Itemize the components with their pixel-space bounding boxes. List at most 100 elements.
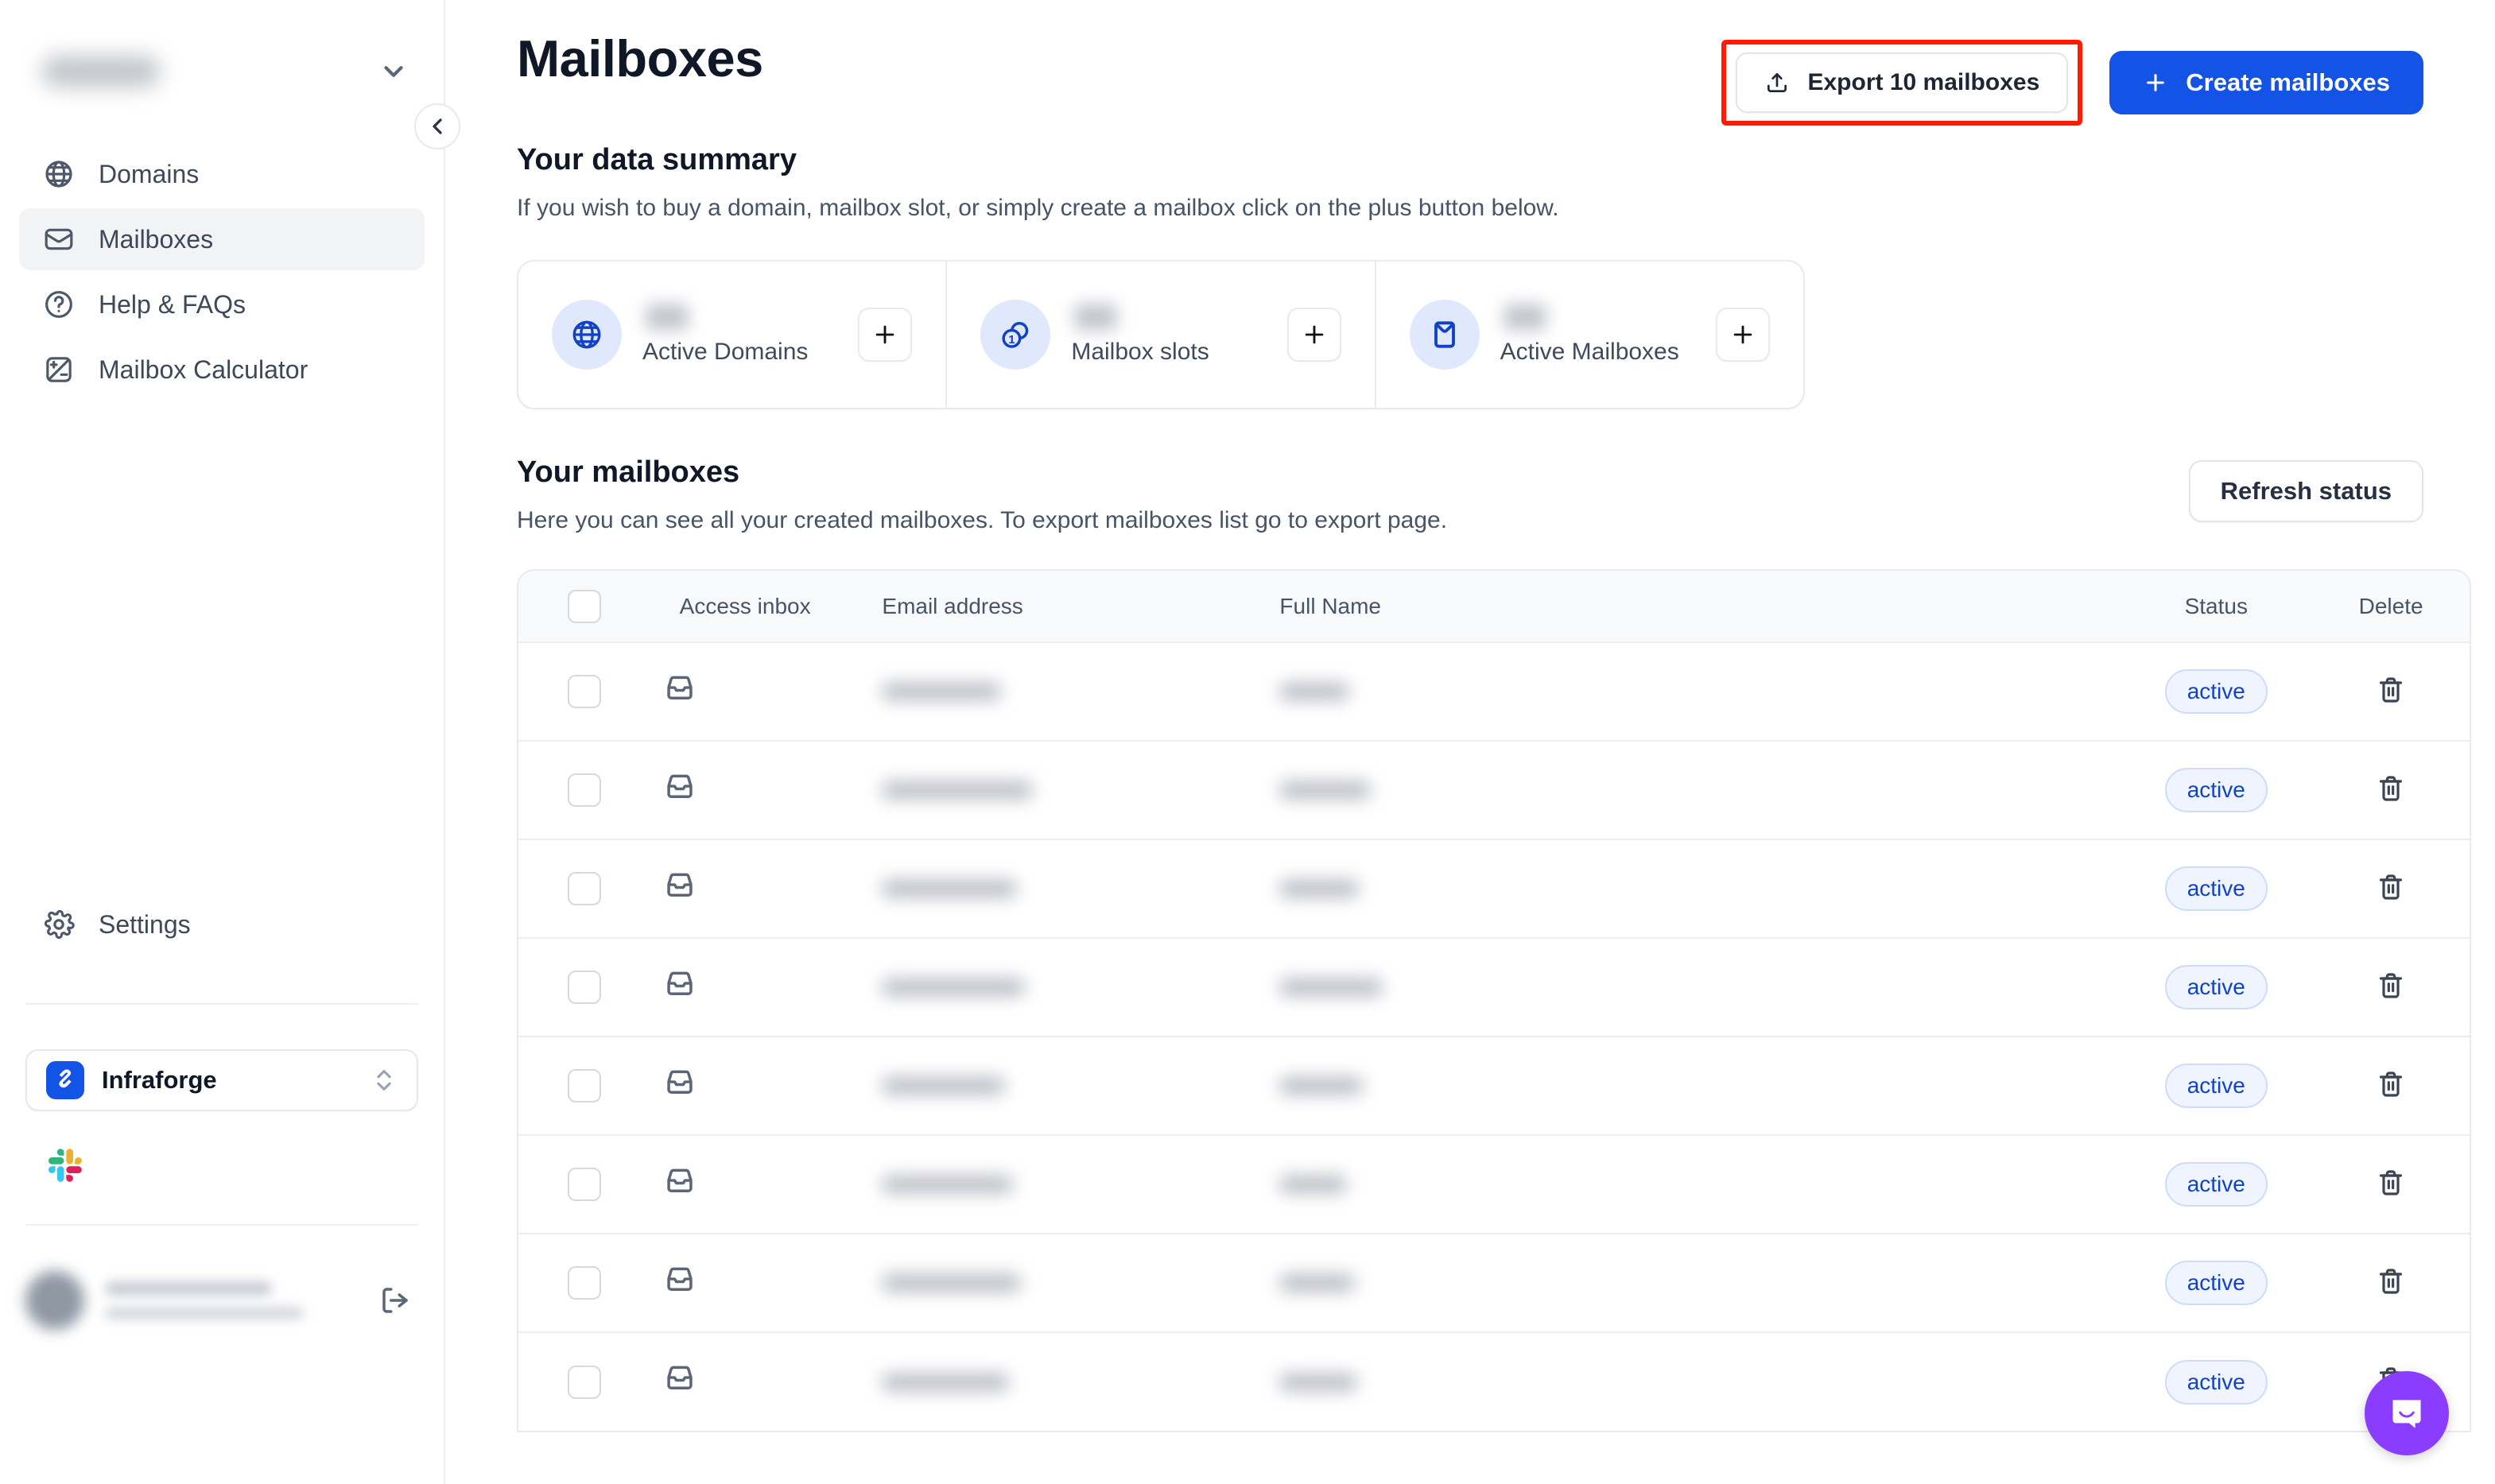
export-mailboxes-button[interactable]: Export 10 mailboxes xyxy=(1736,52,2068,113)
trash-icon[interactable] xyxy=(2375,1068,2407,1100)
sidebar-item-settings[interactable]: Settings xyxy=(19,893,425,955)
trash-icon[interactable] xyxy=(2375,1167,2407,1199)
main-content: Mailboxes Export 10 mailboxes xyxy=(445,0,2495,1484)
status-badge: active xyxy=(2165,669,2268,714)
inbox-icon[interactable] xyxy=(662,968,697,1003)
email-address-redacted xyxy=(882,683,1001,700)
summary-label: Active Mailboxes xyxy=(1500,339,1679,366)
data-summary-subtitle: If you wish to buy a domain, mailbox slo… xyxy=(517,195,2423,222)
refresh-status-button[interactable]: Refresh status xyxy=(2189,460,2423,522)
inbox-icon[interactable] xyxy=(662,771,697,806)
row-email-cell xyxy=(848,839,1246,938)
add-mailbox-slot-button[interactable] xyxy=(1287,308,1341,362)
row-email-cell xyxy=(848,938,1246,1036)
row-status-cell: active xyxy=(2120,741,2312,839)
envelope-icon xyxy=(41,222,76,257)
full-name-redacted xyxy=(1279,978,1383,996)
sidebar-item-label: Domains xyxy=(99,160,199,189)
row-checkbox[interactable] xyxy=(568,1069,601,1102)
inbox-icon[interactable] xyxy=(662,1264,697,1299)
sidebar-item-domains[interactable]: Domains xyxy=(19,143,425,205)
user-name-redacted xyxy=(105,1281,358,1319)
row-checkbox[interactable] xyxy=(568,1366,601,1399)
sidebar-item-label: Mailboxes xyxy=(99,225,213,254)
intercom-launcher-button[interactable] xyxy=(2365,1371,2449,1455)
logout-icon[interactable] xyxy=(378,1284,412,1317)
row-checkbox[interactable] xyxy=(568,872,601,905)
status-badge: active xyxy=(2165,1162,2268,1207)
select-all-header xyxy=(518,571,631,642)
row-name-cell xyxy=(1246,938,2120,1036)
export-button-label: Export 10 mailboxes xyxy=(1807,69,2039,96)
row-access-cell xyxy=(631,741,849,839)
mailboxes-header: Your mailboxes Here you can see all your… xyxy=(517,455,2423,534)
row-select-cell xyxy=(518,938,631,1036)
full-name-redacted xyxy=(1279,1374,1357,1391)
add-mailbox-button[interactable] xyxy=(1716,308,1770,362)
chat-bubble-icon xyxy=(2385,1392,2428,1435)
sidebar-collapse-button[interactable] xyxy=(414,103,460,149)
globe-icon xyxy=(552,300,622,370)
row-checkbox[interactable] xyxy=(568,971,601,1004)
sidebar-item-mailboxes[interactable]: Mailboxes xyxy=(19,208,425,270)
row-access-cell xyxy=(631,839,849,938)
export-button-highlight: Export 10 mailboxes xyxy=(1721,40,2082,126)
row-checkbox[interactable] xyxy=(568,1168,601,1201)
table-row: active xyxy=(518,1036,2470,1135)
trash-icon[interactable] xyxy=(2375,1265,2407,1297)
row-name-cell xyxy=(1246,1135,2120,1234)
trash-icon[interactable] xyxy=(2375,871,2407,903)
row-status-cell: active xyxy=(2120,1234,2312,1332)
trash-icon[interactable] xyxy=(2375,773,2407,804)
summary-value-redacted xyxy=(646,304,689,331)
sidebar-item-mailbox-calculator[interactable]: Mailbox Calculator xyxy=(19,339,425,401)
summary-cell-active-mailboxes: Active Mailboxes xyxy=(1375,262,1803,408)
table-row: active xyxy=(518,1332,2470,1431)
row-email-cell xyxy=(848,1135,1246,1234)
inbox-icon[interactable] xyxy=(662,870,697,905)
add-domain-button[interactable] xyxy=(858,308,912,362)
status-badge: active xyxy=(2165,768,2268,812)
slack-icon[interactable] xyxy=(45,1145,86,1186)
row-delete-cell xyxy=(2312,741,2470,839)
sidebar-divider-top xyxy=(25,1003,418,1005)
create-mailboxes-button[interactable]: Create mailboxes xyxy=(2109,51,2423,114)
row-access-cell xyxy=(631,1135,849,1234)
sidebar-item-help-faqs[interactable]: Help & FAQs xyxy=(19,273,425,335)
trash-icon[interactable] xyxy=(2375,970,2407,1002)
full-name-redacted xyxy=(1279,1274,1355,1292)
org-switcher[interactable]: Infraforge xyxy=(25,1049,418,1111)
inbox-icon[interactable] xyxy=(662,1165,697,1200)
row-delete-cell xyxy=(2312,1135,2470,1234)
coins-icon: 1 xyxy=(980,300,1050,370)
workspace-name-redacted xyxy=(41,56,161,87)
workspace-selector[interactable] xyxy=(0,0,444,143)
row-name-cell xyxy=(1246,642,2120,741)
row-delete-cell xyxy=(2312,1036,2470,1135)
inbox-icon[interactable] xyxy=(662,672,697,707)
app-root: Domains Mailboxes Help & FAQs Mailbox Ca… xyxy=(0,0,2495,1484)
summary-label: Mailbox slots xyxy=(1071,339,1209,366)
column-header-access-inbox: Access inbox xyxy=(631,571,849,642)
data-summary-card: Active Domains 1 Mailbox slots xyxy=(517,260,1805,409)
table-header-row: Access inbox Email address Full Name Sta… xyxy=(518,571,2470,642)
chevron-up-down-icon xyxy=(371,1067,398,1094)
select-all-checkbox[interactable] xyxy=(568,590,601,623)
infraforge-logo-icon xyxy=(46,1061,84,1099)
trash-icon[interactable] xyxy=(2375,674,2407,706)
inbox-icon[interactable] xyxy=(662,1362,697,1397)
row-name-cell xyxy=(1246,1234,2120,1332)
row-status-cell: active xyxy=(2120,938,2312,1036)
sidebar-divider-bottom xyxy=(25,1224,418,1226)
summary-value-redacted xyxy=(1504,304,1546,331)
row-checkbox[interactable] xyxy=(568,1266,601,1300)
row-access-cell xyxy=(631,1332,849,1431)
full-name-redacted xyxy=(1279,1176,1347,1193)
email-address-redacted xyxy=(882,1077,1005,1095)
user-profile-row[interactable] xyxy=(0,1262,444,1339)
inbox-icon[interactable] xyxy=(662,1067,697,1102)
row-access-cell xyxy=(631,1036,849,1135)
row-checkbox[interactable] xyxy=(568,773,601,807)
row-checkbox[interactable] xyxy=(568,675,601,708)
status-badge: active xyxy=(2165,1360,2268,1405)
